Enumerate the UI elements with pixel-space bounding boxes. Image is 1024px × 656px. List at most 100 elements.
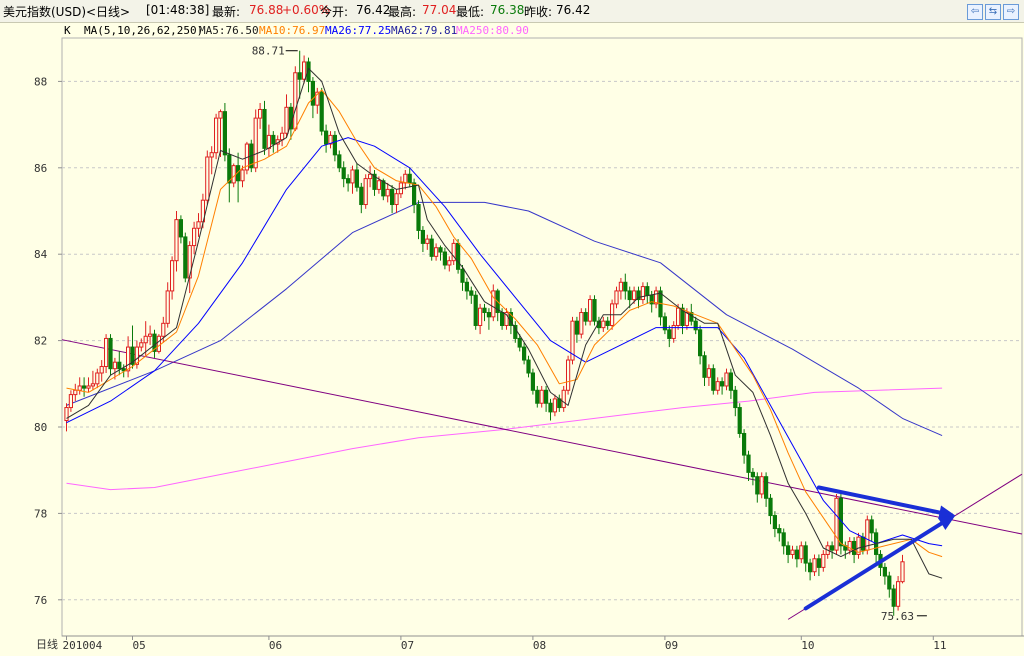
candle-body <box>900 561 905 583</box>
candle-body <box>209 152 214 158</box>
candle-body <box>794 549 799 560</box>
candle-body <box>786 545 791 555</box>
candle-body <box>486 312 491 318</box>
candle-body <box>759 476 764 495</box>
candle-body <box>693 320 698 331</box>
candle-body <box>394 193 399 206</box>
candle-body <box>834 497 839 551</box>
candle-body <box>108 337 113 370</box>
period-label: 日线 <box>36 637 58 651</box>
candle-body <box>143 335 148 344</box>
candle-body <box>156 335 162 352</box>
chart-grid <box>61 37 1024 637</box>
arrow-lower <box>803 516 952 611</box>
candle-body <box>803 545 808 564</box>
candle-body <box>117 361 122 370</box>
candle-body <box>627 290 632 301</box>
candle-body <box>227 154 232 184</box>
candle-body <box>456 242 461 270</box>
candle-body <box>73 389 78 396</box>
candle-body <box>161 322 166 337</box>
candle-body <box>90 383 96 387</box>
candle-body <box>332 134 337 156</box>
candle-body <box>808 562 813 573</box>
candle-body <box>86 385 91 389</box>
candle-body <box>750 471 755 478</box>
ma250-line <box>66 387 943 491</box>
candle-body <box>196 221 201 229</box>
candle-body <box>438 247 443 253</box>
candle-body <box>522 346 527 361</box>
y-tick-label: 88 <box>34 75 47 88</box>
x-tick-label: 05 <box>133 639 146 652</box>
candle-body <box>728 372 733 391</box>
candle-body <box>442 251 447 266</box>
y-tick-label: 86 <box>34 162 47 175</box>
candle-body <box>139 342 144 348</box>
candle-body <box>64 407 69 422</box>
trendlines <box>61 339 1023 620</box>
candle-body <box>601 320 606 329</box>
candle-body <box>420 229 425 244</box>
candle-body <box>464 281 469 292</box>
candle-body <box>95 372 100 385</box>
candle-body <box>310 80 315 106</box>
candle-body <box>544 389 549 404</box>
y-tick-label: 76 <box>34 594 47 607</box>
candle-body <box>429 238 434 257</box>
candle-body <box>566 359 571 391</box>
candle-body <box>579 312 584 335</box>
candle-body <box>253 117 258 169</box>
candle-body <box>280 132 285 141</box>
candle-body <box>517 337 522 348</box>
candle-body <box>777 528 782 534</box>
candle-body <box>148 333 153 337</box>
ma26-line <box>66 137 943 547</box>
x-tick-label: 07 <box>401 639 414 652</box>
candles <box>64 50 905 616</box>
candle-body <box>816 558 821 568</box>
candle-body <box>676 307 681 326</box>
y-tick-label: 78 <box>34 507 47 520</box>
chart-window: { "header": { "title": "美元指数(USD)<日线>", … <box>0 0 1024 656</box>
candle-body <box>376 180 381 190</box>
candle-body <box>821 553 826 568</box>
candle-body <box>262 108 267 149</box>
candle-body <box>891 588 896 607</box>
candle-body <box>645 286 650 296</box>
x-tick-label: 08 <box>533 639 546 652</box>
candle-body <box>447 260 452 266</box>
candle-body <box>742 432 747 456</box>
candle-body <box>368 173 373 180</box>
candle-body <box>231 165 236 184</box>
candle-body <box>403 173 408 184</box>
x-tick-label: 09 <box>665 639 678 652</box>
candle-body <box>460 268 465 283</box>
candle-body <box>77 385 82 391</box>
candle-body <box>183 236 188 279</box>
candle-body <box>341 167 346 180</box>
candle-body <box>178 219 184 238</box>
x-tick-label: 06 <box>269 639 282 652</box>
candle-body <box>526 359 531 374</box>
candle-body <box>214 117 219 154</box>
candle-body <box>284 106 289 134</box>
candle-body <box>548 402 553 413</box>
candle-body <box>772 515 777 530</box>
candle-body <box>165 290 170 324</box>
candle-body <box>266 134 271 149</box>
candle-body <box>222 111 228 156</box>
candle-body <box>407 173 412 184</box>
candle-body <box>205 156 210 201</box>
candle-body <box>473 294 478 326</box>
candle-body <box>737 407 742 434</box>
candle-body <box>302 61 307 80</box>
candle-body <box>764 476 769 499</box>
candle-body <box>337 154 342 169</box>
candle-body <box>482 307 487 314</box>
candle-body <box>99 366 104 374</box>
candle-body <box>583 312 588 322</box>
candle-body <box>574 320 579 335</box>
candle-body <box>258 108 263 119</box>
candle-body <box>381 180 386 197</box>
